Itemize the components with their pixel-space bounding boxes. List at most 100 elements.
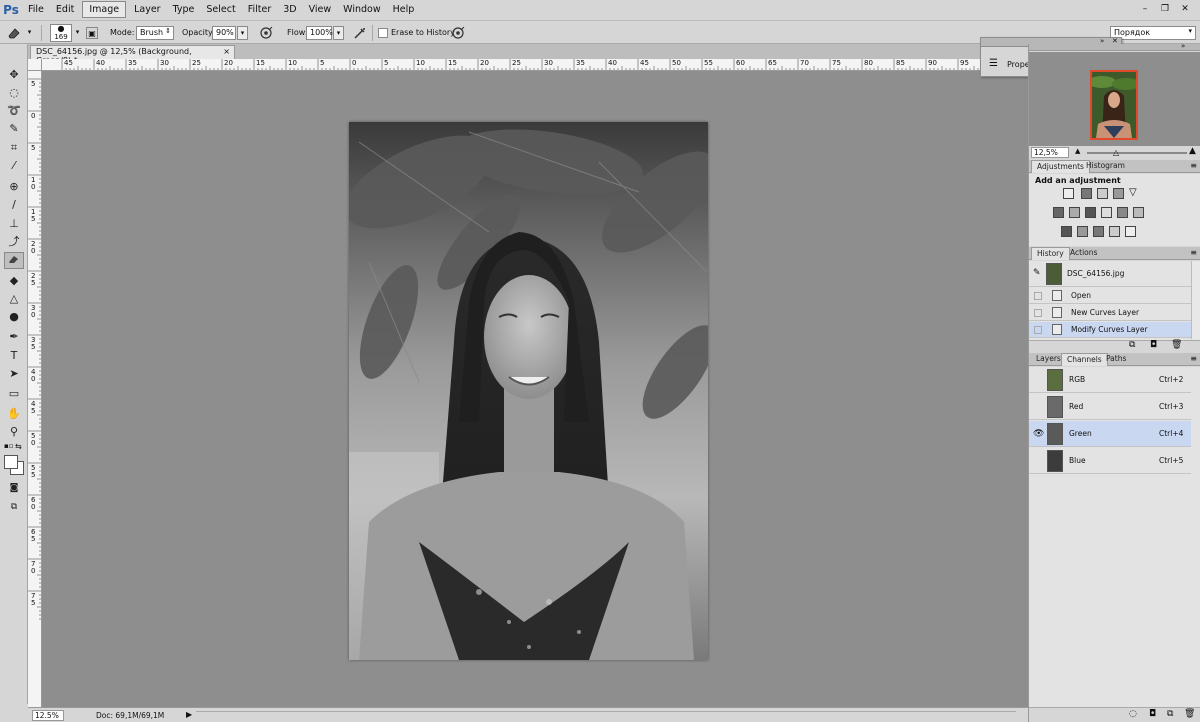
menu-type[interactable]: Type	[167, 0, 201, 19]
default-colors-icon[interactable]: ▪▫	[4, 442, 14, 450]
preset-dropdown-arrow[interactable]: ▾	[24, 26, 35, 40]
pen-tool-icon[interactable]: ✒	[4, 328, 24, 345]
menu-edit[interactable]: Edit	[50, 0, 80, 19]
menu-filter[interactable]: Filter	[242, 0, 278, 19]
document-image[interactable]	[349, 122, 708, 660]
eraser-tool-icon[interactable]	[4, 252, 24, 269]
menu-file[interactable]: File	[22, 0, 50, 19]
brush-size-picker[interactable]: ● 169	[50, 24, 72, 42]
menu-window[interactable]: Window	[337, 0, 386, 19]
visibility-toggle[interactable]	[1033, 402, 1043, 412]
marquee-tool-icon[interactable]: ◌	[4, 84, 24, 101]
dock-collapse-icon[interactable]: »	[1181, 42, 1185, 50]
navigator-thumbnail[interactable]	[1090, 70, 1138, 140]
clone-stamp-tool-icon[interactable]: ⊥	[4, 215, 24, 232]
brush-tool-icon[interactable]: /	[4, 196, 24, 213]
opacity-input[interactable]: 90%	[212, 26, 236, 40]
pressure-opacity-icon[interactable]	[258, 25, 274, 41]
brightness-contrast-icon[interactable]	[1063, 188, 1074, 199]
zoom-slider-handle[interactable]: △	[1113, 148, 1119, 157]
panel-menu-icon[interactable]: ≡	[1190, 248, 1197, 257]
history-scrollbar[interactable]	[1191, 261, 1200, 339]
canvas-area[interactable]	[42, 71, 1028, 707]
panel-menu-icon[interactable]: ≡	[1190, 161, 1197, 170]
maximize-button[interactable]: ❐	[1156, 1, 1174, 16]
history-brush-tool-icon[interactable]: ⤴	[4, 233, 24, 250]
invert-icon[interactable]	[1061, 226, 1072, 237]
screen-mode-icon[interactable]: ⧉	[4, 499, 24, 516]
new-document-from-state-icon[interactable]: ⧉	[1129, 340, 1135, 350]
save-selection-icon[interactable]: ◘	[1149, 709, 1156, 719]
properties-icon[interactable]: ☰	[989, 58, 1001, 70]
levels-icon[interactable]	[1081, 188, 1092, 199]
channel-row-blue[interactable]: Blue Ctrl+5	[1029, 448, 1191, 474]
zoom-level-field[interactable]: 12.5%	[32, 710, 64, 721]
blur-tool-icon[interactable]: △	[4, 290, 24, 307]
color-balance-icon[interactable]	[1069, 207, 1080, 218]
rectangle-tool-icon[interactable]: ▭	[4, 385, 24, 402]
horizontal-ruler[interactable]: 45 40 35 30 25 20 15 10 5 0 5 10 15 20 25 30 35 40 45 50 55 6…	[42, 59, 1028, 71]
quick-mask-icon[interactable]: ◙	[4, 480, 24, 497]
history-brush-source-icon[interactable]: ✎	[1033, 268, 1041, 278]
erase-to-history-checkbox[interactable]	[378, 28, 388, 38]
flow-dropdown-arrow[interactable]: ▾	[333, 26, 344, 40]
color-lookup-icon[interactable]	[1133, 207, 1144, 218]
workspace-select[interactable]: Порядок ▾	[1110, 26, 1196, 40]
channel-mixer-icon[interactable]	[1117, 207, 1128, 218]
menu-help[interactable]: Help	[387, 0, 421, 19]
status-menu-arrow-icon[interactable]: ▶	[186, 710, 192, 719]
channel-row-green[interactable]: 👁 Green Ctrl+4	[1029, 421, 1191, 447]
new-channel-icon[interactable]: ⧉	[1167, 709, 1173, 719]
curves-icon[interactable]	[1097, 188, 1108, 199]
lasso-tool-icon[interactable]: ➰	[4, 102, 24, 119]
delete-channel-icon[interactable]: 🗑	[1184, 709, 1195, 719]
history-source-checkbox[interactable]	[1034, 292, 1042, 300]
menu-image[interactable]: Image	[82, 1, 127, 18]
crop-tool-icon[interactable]: ⌗	[4, 139, 24, 156]
delete-state-icon[interactable]: 🗑	[1171, 340, 1182, 350]
zoom-tool-icon[interactable]: ⚲	[4, 423, 24, 440]
visibility-toggle[interactable]	[1033, 456, 1043, 466]
exposure-icon[interactable]	[1113, 188, 1124, 199]
history-source-checkbox[interactable]	[1034, 326, 1042, 334]
zoom-out-icon[interactable]: ▲	[1075, 147, 1080, 155]
visibility-toggle[interactable]	[1033, 375, 1043, 385]
posterize-icon[interactable]	[1077, 226, 1088, 237]
foreground-color-swatch[interactable]	[4, 455, 18, 469]
zoom-in-icon[interactable]: ▲	[1189, 146, 1196, 156]
minimize-button[interactable]: –	[1136, 1, 1154, 16]
history-snapshot[interactable]: ✎ DSC_64156.jpg	[1029, 261, 1191, 287]
zoom-slider[interactable]	[1087, 152, 1187, 154]
move-tool-icon[interactable]: ✥	[4, 66, 24, 83]
type-tool-icon[interactable]: T	[4, 347, 24, 364]
history-item[interactable]: Modify Curves Layer	[1029, 322, 1191, 338]
vibrance-icon[interactable]: ▽	[1129, 188, 1140, 199]
opacity-dropdown-arrow[interactable]: ▾	[237, 26, 248, 40]
path-selection-tool-icon[interactable]: ➤	[4, 365, 24, 382]
channel-row-red[interactable]: Red Ctrl+3	[1029, 394, 1191, 420]
vertical-ruler[interactable]: 5 0 5 1 0 1 5 2 0 2 5 3 0 3 5 4 0 4 5 5 0 5 5 6 0 6 5 7…	[28, 71, 42, 707]
channel-row-rgb[interactable]: RGB Ctrl+2	[1029, 367, 1191, 393]
airbrush-icon[interactable]	[352, 25, 368, 41]
close-tab-icon[interactable]: ×	[223, 47, 230, 56]
history-item[interactable]: New Curves Layer	[1029, 305, 1191, 321]
gradient-map-icon[interactable]	[1109, 226, 1120, 237]
mode-select[interactable]: Brush ⇕	[136, 26, 174, 40]
photo-filter-icon[interactable]	[1101, 207, 1112, 218]
load-selection-icon[interactable]: ◌	[1129, 709, 1137, 719]
quick-select-tool-icon[interactable]: ✎	[4, 120, 24, 137]
healing-brush-tool-icon[interactable]: ⊕	[4, 178, 24, 195]
eyedropper-tool-icon[interactable]: ⁄	[4, 157, 24, 174]
menu-layer[interactable]: Layer	[128, 0, 167, 19]
eraser-tool-preset-icon[interactable]	[6, 25, 22, 41]
hand-tool-icon[interactable]: ✋	[4, 405, 24, 422]
brush-picker-arrow[interactable]: ▾	[72, 26, 83, 40]
history-source-checkbox[interactable]	[1034, 309, 1042, 317]
close-button[interactable]: ✕	[1176, 1, 1194, 16]
history-item[interactable]: Open	[1029, 288, 1191, 304]
navigator-zoom-input[interactable]: 12,5%	[1031, 147, 1069, 158]
tab-actions[interactable]: Actions	[1065, 247, 1102, 260]
hue-saturation-icon[interactable]	[1053, 207, 1064, 218]
tab-histogram[interactable]: Histogram	[1081, 160, 1130, 173]
tab-history[interactable]: History	[1031, 247, 1070, 260]
